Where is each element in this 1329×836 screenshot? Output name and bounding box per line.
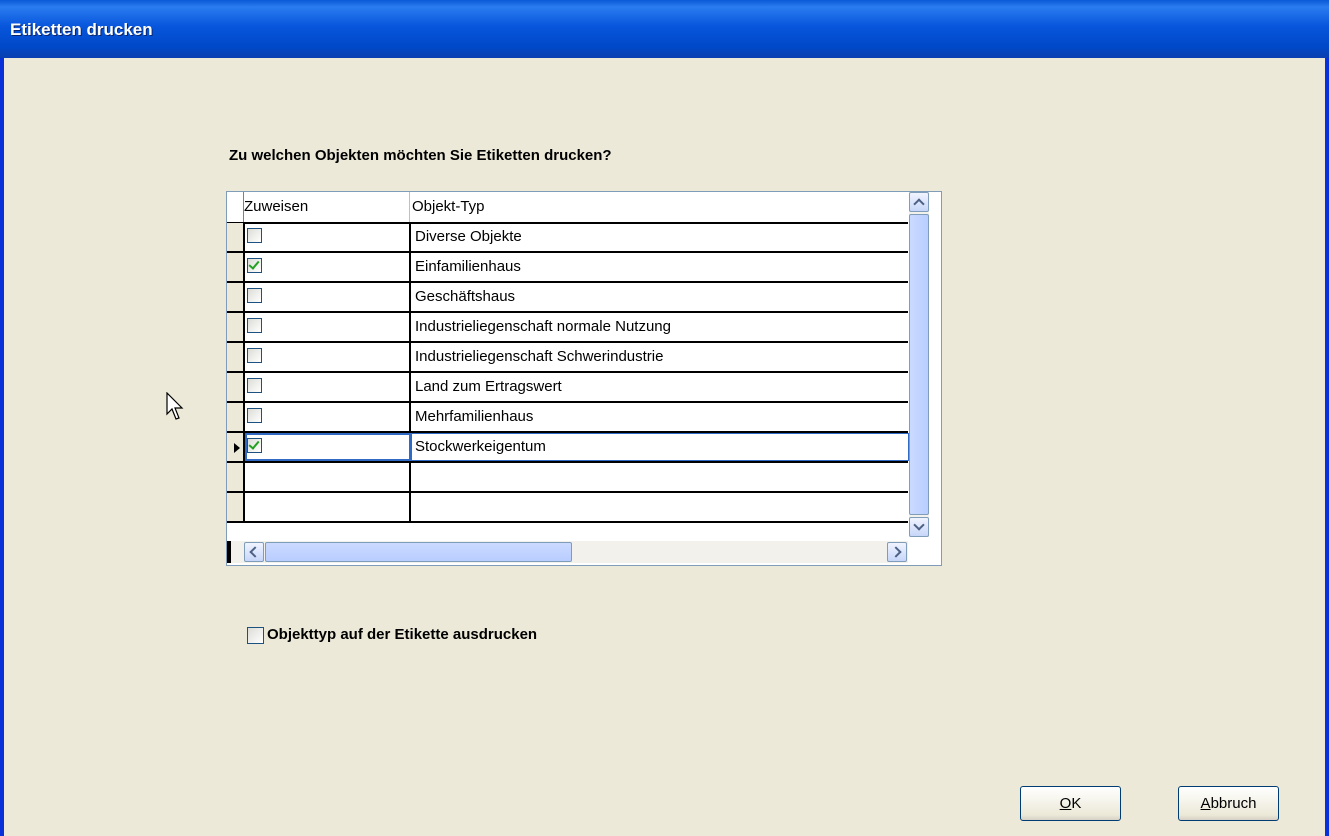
table-row[interactable]: Land zum Ertragswert: [227, 373, 908, 403]
row-indicator[interactable]: [227, 433, 245, 461]
column-header-assign[interactable]: Zuweisen: [244, 192, 410, 222]
vertical-scroll-thumb[interactable]: [909, 214, 929, 515]
window-frame-right: [1325, 58, 1329, 836]
scroll-left-button[interactable]: [244, 542, 264, 562]
type-cell[interactable]: Land zum Ertragswert: [411, 373, 909, 401]
type-cell[interactable]: Industrieliegenschaft normale Nutzung: [411, 313, 909, 341]
assign-checkbox[interactable]: [247, 438, 262, 453]
row-indicator[interactable]: [227, 253, 245, 281]
row-indicator[interactable]: [227, 223, 245, 251]
checkmark-icon: [248, 258, 260, 270]
assign-cell[interactable]: [245, 343, 411, 371]
object-type-grid[interactable]: Zuweisen Objekt-Typ Diverse Objekte Einfa…: [226, 191, 942, 566]
empty-row[interactable]: [227, 463, 908, 493]
assign-cell[interactable]: [245, 433, 411, 461]
scroll-down-button[interactable]: [909, 517, 929, 537]
prompt-label: Zu welchen Objekten möchten Sie Etikette…: [229, 147, 612, 164]
type-cell[interactable]: Stockwerkeigentum: [411, 433, 909, 461]
assign-checkbox[interactable]: [247, 228, 262, 243]
table-row[interactable]: Einfamilienhaus: [227, 253, 908, 283]
type-cell[interactable]: [411, 463, 909, 491]
assign-checkbox[interactable]: [247, 258, 262, 273]
current-row-arrow-icon: [234, 443, 240, 453]
type-cell[interactable]: Geschäftshaus: [411, 283, 909, 311]
type-cell[interactable]: Industrieliegenschaft Schwerindustrie: [411, 343, 909, 371]
assign-checkbox[interactable]: [247, 408, 262, 423]
grid-rows: Diverse Objekte Einfamilienhaus Geschäftsh…: [227, 223, 909, 523]
print-type-label[interactable]: Objekttyp auf der Etikette ausdrucken: [267, 626, 537, 643]
assign-cell[interactable]: [245, 403, 411, 431]
assign-cell[interactable]: [245, 283, 411, 311]
row-indicator-marker: [227, 541, 231, 563]
row-indicator[interactable]: [227, 463, 245, 491]
empty-row[interactable]: [227, 493, 908, 523]
assign-checkbox[interactable]: [247, 348, 262, 363]
chevron-right-icon: [890, 546, 902, 558]
row-indicator[interactable]: [227, 373, 245, 401]
chevron-down-icon: [913, 519, 925, 531]
checkmark-icon: [248, 438, 260, 450]
row-indicator[interactable]: [227, 403, 245, 431]
vertical-scrollbar[interactable]: [909, 192, 929, 537]
header-indicator-cell: [227, 192, 244, 222]
title-bar[interactable]: Etiketten drucken: [0, 0, 1329, 58]
mouse-cursor-icon: [166, 392, 184, 420]
assign-checkbox[interactable]: [247, 288, 262, 303]
table-row[interactable]: Diverse Objekte: [227, 223, 908, 253]
print-type-checkbox[interactable]: [247, 627, 264, 644]
assign-cell[interactable]: [245, 313, 411, 341]
horizontal-scroll-thumb[interactable]: [265, 542, 572, 562]
assign-cell[interactable]: [245, 463, 411, 491]
grid-header: Zuweisen Objekt-Typ: [227, 192, 908, 224]
table-row[interactable]: Stockwerkeigentum: [227, 433, 909, 463]
assign-checkbox[interactable]: [247, 318, 262, 333]
horizontal-scrollbar[interactable]: [227, 541, 908, 563]
chevron-left-icon: [249, 546, 261, 558]
row-indicator[interactable]: [227, 493, 245, 521]
type-cell[interactable]: Mehrfamilienhaus: [411, 403, 909, 431]
cancel-button[interactable]: Abbruch: [1178, 786, 1279, 821]
ok-label: K: [1071, 795, 1082, 812]
table-row[interactable]: Geschäftshaus: [227, 283, 908, 313]
type-cell[interactable]: Einfamilienhaus: [411, 253, 909, 281]
row-indicator[interactable]: [227, 343, 245, 371]
row-indicator[interactable]: [227, 283, 245, 311]
table-row[interactable]: Industrieliegenschaft Schwerindustrie: [227, 343, 908, 373]
assign-cell[interactable]: [245, 493, 411, 521]
table-row[interactable]: Industrieliegenschaft normale Nutzung: [227, 313, 908, 343]
cancel-label: bbruch: [1210, 795, 1257, 812]
type-cell[interactable]: [411, 493, 909, 521]
scroll-right-button[interactable]: [887, 542, 907, 562]
row-indicator[interactable]: [227, 313, 245, 341]
assign-cell[interactable]: [245, 253, 411, 281]
assign-checkbox[interactable]: [247, 378, 262, 393]
column-header-type[interactable]: Objekt-Typ: [410, 192, 907, 222]
table-row[interactable]: Mehrfamilienhaus: [227, 403, 908, 433]
type-cell[interactable]: Diverse Objekte: [411, 223, 909, 251]
assign-cell[interactable]: [245, 373, 411, 401]
window-frame-left: [0, 58, 4, 836]
ok-accesskey: O: [1059, 795, 1072, 812]
window-title: Etiketten drucken: [10, 20, 153, 39]
cancel-accesskey: A: [1200, 795, 1211, 812]
ok-button[interactable]: OK: [1020, 786, 1121, 821]
scroll-up-button[interactable]: [909, 192, 929, 212]
assign-cell[interactable]: [245, 223, 411, 251]
chevron-up-icon: [913, 198, 925, 210]
